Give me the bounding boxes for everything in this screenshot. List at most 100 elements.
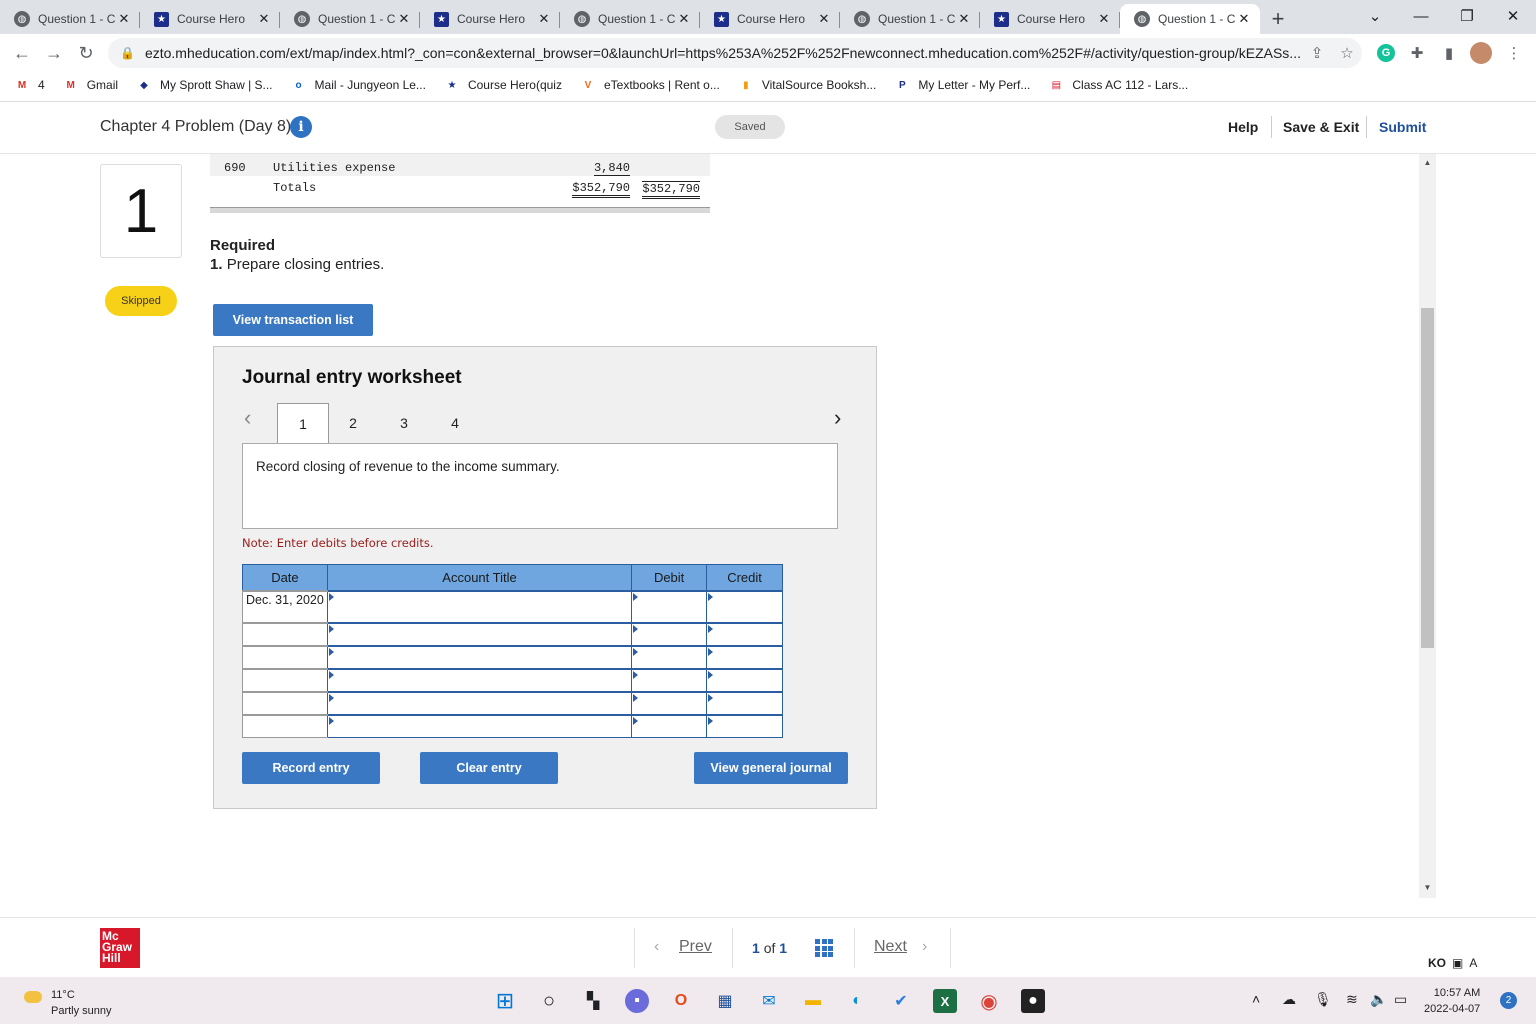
credit-input[interactable] — [706, 621, 783, 646]
windows-start-icon[interactable]: ⊞ — [493, 988, 517, 1013]
close-icon[interactable]: ✕ — [1096, 11, 1112, 27]
browser-tab[interactable]: ◍ Question 1 - C ✕ — [1120, 4, 1260, 34]
chevron-left-icon[interactable]: ‹ — [244, 405, 251, 431]
browser-tab[interactable]: ◍ Question 1 - C ✕ — [560, 4, 700, 34]
credit-input[interactable] — [706, 713, 783, 738]
worksheet-tab-2[interactable]: 2 — [327, 403, 379, 443]
save-exit-link[interactable]: Save & Exit — [1283, 119, 1359, 135]
prev-button[interactable]: Prev — [679, 938, 712, 956]
credit-input[interactable] — [706, 690, 783, 715]
debit-input[interactable] — [631, 690, 708, 715]
bookmark-star-icon[interactable]: ☆ — [1332, 44, 1362, 62]
todo-icon[interactable]: ✔ — [889, 989, 913, 1013]
wifi-icon[interactable]: ≋ — [1346, 991, 1358, 1008]
grid-view-icon[interactable] — [815, 939, 833, 957]
worksheet-tab-4[interactable]: 4 — [429, 403, 481, 443]
share-icon[interactable]: ⇪ — [1302, 44, 1332, 62]
browser-tab[interactable]: ★ Course Hero ✕ — [980, 4, 1120, 34]
close-icon[interactable]: ✕ — [536, 11, 552, 27]
hangul-icon[interactable]: ▣ — [1452, 956, 1463, 970]
new-tab-button[interactable]: + — [1260, 4, 1296, 34]
browser-tab[interactable]: ★ Course Hero ✕ — [420, 4, 560, 34]
system-clock[interactable]: 10:57 AM 2022-04-07 — [1424, 985, 1480, 1017]
record-entry-button[interactable]: Record entry — [242, 752, 380, 784]
menu-icon[interactable]: ⋮ — [1502, 41, 1526, 65]
office-icon[interactable]: O — [669, 989, 693, 1013]
excel-icon[interactable]: X — [933, 989, 957, 1013]
help-link[interactable]: Help — [1228, 119, 1258, 135]
bookmark-item[interactable]: o Mail - Jungyeon Le... — [291, 77, 425, 93]
browser-tab[interactable]: ◍ Question 1 - C ✕ — [0, 4, 140, 34]
search-icon[interactable]: ○ — [537, 989, 561, 1013]
chrome-icon[interactable]: ◉ — [977, 989, 1001, 1013]
reload-button[interactable]: ↻ — [70, 43, 102, 64]
debit-input[interactable] — [631, 644, 708, 669]
next-button[interactable]: Next — [874, 938, 907, 956]
view-general-journal-button[interactable]: View general journal — [694, 752, 848, 784]
credit-input[interactable] — [706, 644, 783, 669]
submit-link[interactable]: Submit — [1379, 119, 1426, 135]
font-icon[interactable]: A — [1469, 956, 1477, 970]
ime-language[interactable]: KO — [1428, 956, 1446, 970]
account-title-input[interactable] — [326, 589, 633, 623]
scroll-up-icon[interactable]: ▲ — [1421, 158, 1434, 167]
debit-input[interactable] — [631, 589, 708, 623]
tab-search-icon[interactable]: ⌄ — [1352, 7, 1398, 25]
close-icon[interactable]: ✕ — [1236, 11, 1252, 27]
close-icon[interactable]: ✕ — [396, 11, 412, 27]
restore-button[interactable]: ❐ — [1444, 7, 1490, 25]
bookmark-item[interactable]: M Gmail — [63, 77, 119, 93]
scroll-down-icon[interactable]: ▼ — [1421, 883, 1434, 892]
account-title-input[interactable] — [326, 713, 633, 738]
close-icon[interactable]: ✕ — [956, 11, 972, 27]
microphone-icon[interactable]: 🎙 — [1314, 991, 1332, 1008]
sidepanel-icon[interactable]: ▮ — [1437, 41, 1461, 65]
app-icon[interactable]: ● — [1021, 989, 1045, 1013]
edge-icon[interactable]: ◐ — [845, 989, 869, 1013]
worksheet-tab-1[interactable]: 1 — [277, 403, 329, 444]
account-title-input[interactable] — [326, 690, 633, 715]
profile-avatar[interactable] — [1469, 41, 1493, 65]
mail-icon[interactable]: ✉ — [757, 989, 781, 1013]
debit-input[interactable] — [631, 667, 708, 692]
tray-chevron-icon[interactable]: ˄ — [1252, 991, 1260, 1007]
close-icon[interactable]: ✕ — [116, 11, 132, 27]
bookmark-item[interactable]: P My Letter - My Perf... — [894, 77, 1030, 93]
bookmark-item[interactable]: ▮ VitalSource Booksh... — [738, 77, 876, 93]
minimize-button[interactable]: — — [1398, 8, 1444, 25]
extensions-icon[interactable]: ✚ — [1405, 41, 1429, 65]
bookmark-item[interactable]: VeTextbooks | Rent o... — [580, 77, 720, 93]
browser-tab[interactable]: ★ Course Hero ✕ — [140, 4, 280, 34]
notification-badge[interactable]: 2 — [1500, 992, 1517, 1009]
browser-tab[interactable]: ★ Course Hero ✕ — [700, 4, 840, 34]
volume-icon[interactable]: 🔈 — [1370, 991, 1387, 1008]
onedrive-icon[interactable]: ☁ — [1282, 991, 1296, 1008]
back-button[interactable]: ← — [6, 43, 38, 64]
chevron-right-icon[interactable]: › — [834, 405, 841, 431]
url-field[interactable]: 🔒 ezto.mheducation.com/ext/map/index.htm… — [108, 38, 1362, 68]
close-icon[interactable]: ✕ — [816, 11, 832, 27]
debit-input[interactable] — [631, 621, 708, 646]
scrollbar-thumb[interactable] — [1421, 308, 1434, 648]
file-explorer-icon[interactable]: ▬ — [801, 989, 825, 1013]
close-icon[interactable]: ✕ — [256, 11, 272, 27]
battery-icon[interactable]: ▭ — [1394, 991, 1407, 1008]
weather-widget[interactable]: 11°C Partly sunny — [24, 987, 112, 1019]
account-title-input[interactable] — [326, 644, 633, 669]
bookmark-item[interactable]: M4 — [14, 77, 45, 93]
browser-tab[interactable]: ◍ Question 1 - C ✕ — [840, 4, 980, 34]
bookmark-item[interactable]: ◆ My Sprott Shaw | S... — [136, 77, 272, 93]
ime-toolbar[interactable]: KO ▣ A — [1428, 956, 1477, 970]
browser-tab[interactable]: ◍ Question 1 - C ✕ — [280, 4, 420, 34]
account-title-input[interactable] — [326, 667, 633, 692]
grammarly-icon[interactable]: G — [1374, 41, 1398, 65]
forward-button[interactable]: → — [38, 43, 70, 64]
task-view-icon[interactable]: ▚ — [581, 989, 605, 1013]
store-icon[interactable]: ▦ — [713, 989, 737, 1013]
worksheet-tab-3[interactable]: 3 — [378, 403, 430, 443]
debit-input[interactable] — [631, 713, 708, 738]
credit-input[interactable] — [706, 667, 783, 692]
view-transaction-list-button[interactable]: View transaction list — [213, 304, 373, 336]
chat-icon[interactable]: ▪ — [625, 989, 649, 1013]
close-icon[interactable]: ✕ — [676, 11, 692, 27]
